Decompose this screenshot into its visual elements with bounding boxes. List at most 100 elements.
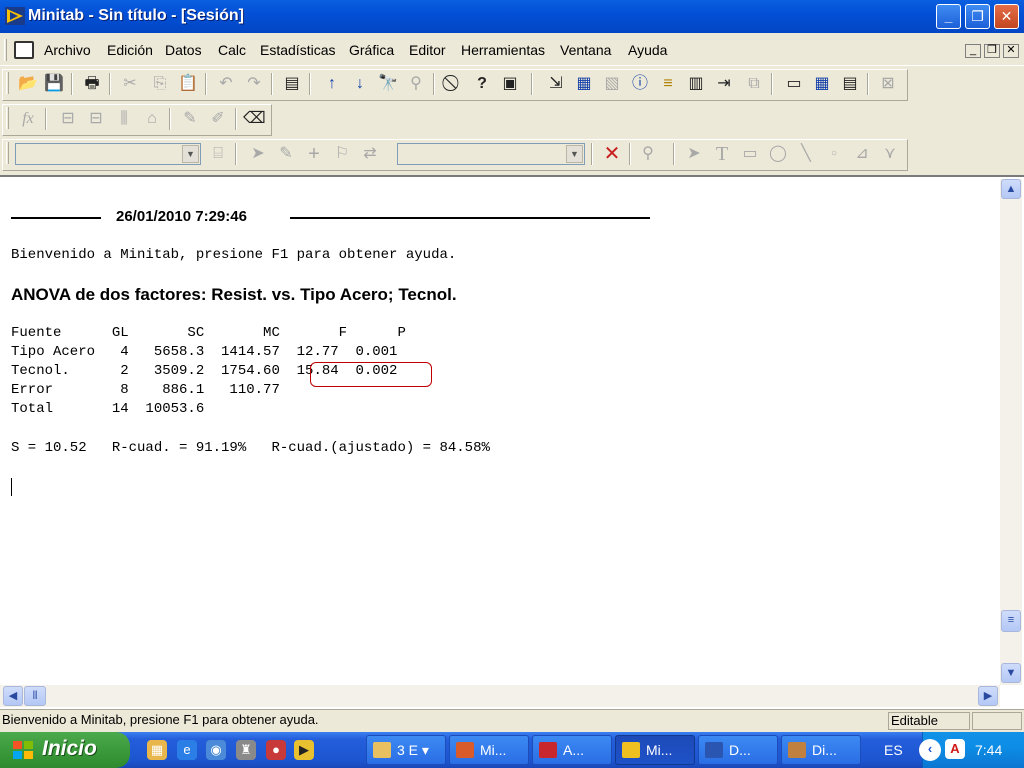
graphs-icon[interactable]: ▧ <box>601 73 623 95</box>
project-icon[interactable]: ⇲ <box>545 73 567 95</box>
antivirus-icon[interactable]: A <box>945 739 965 759</box>
brush-graph-icon[interactable]: ✎ <box>275 143 297 165</box>
layout-icon[interactable]: ⇥ <box>713 73 735 95</box>
undo-icon[interactable]: ↶ <box>215 73 237 95</box>
session-icon[interactable]: ▤ <box>281 73 303 95</box>
menu-estadisticas[interactable]: Estadísticas <box>260 42 335 58</box>
line-icon[interactable]: ╲ <box>795 143 817 165</box>
print-icon[interactable]: 🖶 <box>81 73 103 95</box>
menu-archivo[interactable]: Archivo <box>44 42 91 58</box>
zoom-icon[interactable]: ⚲ <box>637 143 659 165</box>
scroll-down-icon[interactable]: ▼ <box>1001 663 1021 683</box>
cancel-icon[interactable]: ⃠ <box>443 73 465 95</box>
maximize-button[interactable]: ❐ <box>965 4 990 29</box>
ellipse-icon[interactable]: ◯ <box>767 143 789 165</box>
insert-rows-icon[interactable]: ⊟ <box>85 108 107 130</box>
session-window[interactable]: 26/01/2010 7:29:46 Bienvenido a Minitab,… <box>0 175 1024 709</box>
help-icon[interactable]: ? <box>471 73 493 95</box>
text-icon[interactable]: T <box>711 143 733 165</box>
quick-launch-icon[interactable]: ◉ <box>206 740 226 760</box>
mdi-restore-button[interactable]: ❐ <box>984 44 1000 58</box>
paste-icon[interactable]: 📋 <box>177 73 199 95</box>
mdi-minimize-button[interactable]: _ <box>965 44 981 58</box>
session-layout-icon[interactable]: ▭ <box>783 73 805 95</box>
cut-icon[interactable]: ✂ <box>119 73 141 95</box>
up-arrow-icon[interactable]: ↑ <box>321 73 343 95</box>
mdi-close-button[interactable]: ✕ <box>1003 44 1019 58</box>
worksheet-combo[interactable]: ▼ <box>15 143 201 165</box>
related-icon[interactable]: ▥ <box>685 73 707 95</box>
fx-icon[interactable]: fx <box>17 108 39 130</box>
insert-cells-icon[interactable]: ⊟ <box>57 108 79 130</box>
internet-explorer-icon[interactable]: e <box>177 740 197 760</box>
info-icon[interactable]: ⓘ <box>629 73 651 95</box>
crosshair-icon[interactable]: + <box>303 143 325 165</box>
delete-icon[interactable]: ✕ <box>601 143 623 165</box>
graph-combo[interactable]: ▼ <box>397 143 585 165</box>
table-icon[interactable]: ▤ <box>839 73 861 95</box>
close-button[interactable]: ✕ <box>994 4 1019 29</box>
pointer-icon[interactable]: ➤ <box>683 143 705 165</box>
eraser-icon[interactable]: ⌫ <box>243 108 266 130</box>
session-window-icon[interactable] <box>14 41 34 59</box>
chevron-down-icon[interactable]: ▼ <box>182 145 199 163</box>
taskbar-item-word[interactable]: D... <box>698 735 778 765</box>
scroll-thumb[interactable]: ⦀ <box>24 686 46 706</box>
media-icon[interactable]: ● <box>266 740 286 760</box>
taskbar-item-minitab[interactable]: Mi... <box>615 735 695 765</box>
menu-datos[interactable]: Datos <box>165 42 202 58</box>
vertical-scrollbar[interactable]: ▲ ≡ ▼ <box>1000 179 1022 685</box>
scroll-right-icon[interactable]: ▶ <box>978 686 998 706</box>
taskbar-item-presentation[interactable]: Mi... <box>449 735 529 765</box>
horizontal-scrollbar[interactable]: ◀ ⦀ ▶ <box>0 685 1000 707</box>
open-icon[interactable]: 📂 <box>17 73 39 95</box>
taskbar-item-paint[interactable]: Di... <box>781 735 861 765</box>
flag-icon[interactable]: ⚐ <box>331 143 353 165</box>
down-arrow-icon[interactable]: ↓ <box>349 73 371 95</box>
swap-icon[interactable]: ⇄ <box>359 143 381 165</box>
player-icon[interactable]: ▶ <box>294 740 314 760</box>
history-icon[interactable]: ≡ <box>657 73 679 95</box>
polygon-icon[interactable]: ⊿ <box>851 143 873 165</box>
manage-icon[interactable]: ▣ <box>499 73 521 95</box>
chevron-down-icon[interactable]: ▼ <box>566 145 583 163</box>
polyline-icon[interactable]: ⋎ <box>879 143 901 165</box>
copy-icon[interactable]: ⎘ <box>149 73 171 95</box>
close-graphs-icon[interactable]: ⊠ <box>877 73 899 95</box>
taskbar-item-folder[interactable]: 3 E ▾ <box>366 735 446 765</box>
find-replace-icon[interactable]: ⚲ <box>405 73 427 95</box>
insert-columns-icon[interactable]: ⫼ <box>113 108 135 130</box>
menu-grafica[interactable]: Gráfica <box>349 42 394 58</box>
show-hidden-icons-icon[interactable]: ‹ <box>919 739 941 761</box>
worksheet-icon[interactable]: ▦ <box>573 73 595 95</box>
save-icon[interactable]: 💾 <box>43 73 65 95</box>
move-columns-icon[interactable]: ⌂ <box>141 108 163 130</box>
taskbar-item-pdf[interactable]: A... <box>532 735 612 765</box>
menu-ayuda[interactable]: Ayuda <box>628 42 667 58</box>
menu-grip[interactable] <box>4 39 7 61</box>
brush-icon[interactable]: ✎ <box>179 108 201 130</box>
minimize-button[interactable]: _ <box>936 4 961 29</box>
edit-attributes-icon[interactable]: ⌸ <box>207 143 229 165</box>
scroll-left-icon[interactable]: ◀ <box>3 686 23 706</box>
quick-launch-icon[interactable]: ♜ <box>236 740 256 760</box>
start-button[interactable]: Inicio <box>0 732 130 768</box>
data-grid-icon[interactable]: ▦ <box>811 73 833 95</box>
menu-edicion[interactable]: Edición <box>107 42 153 58</box>
rectangle-icon[interactable]: ▭ <box>739 143 761 165</box>
menu-editor[interactable]: Editor <box>409 42 446 58</box>
menu-calc[interactable]: Calc <box>218 42 246 58</box>
menu-ventana[interactable]: Ventana <box>560 42 611 58</box>
select-icon[interactable]: ➤ <box>247 143 269 165</box>
find-icon[interactable]: 🔭 <box>377 73 399 95</box>
menu-herramientas[interactable]: Herramientas <box>461 42 545 58</box>
scroll-thumb[interactable]: ≡ <box>1001 610 1021 632</box>
marker-icon[interactable]: ○ <box>823 143 845 165</box>
title-bar[interactable]: Minitab - Sin título - [Sesión] _ ❐ ✕ <box>0 0 1024 33</box>
language-indicator[interactable]: ES <box>884 742 903 758</box>
report-icon[interactable]: ⧉ <box>743 73 765 95</box>
edit-icon[interactable]: ✐ <box>207 108 229 130</box>
show-desktop-icon[interactable]: ▦ <box>147 740 167 760</box>
scroll-up-icon[interactable]: ▲ <box>1001 179 1021 199</box>
redo-icon[interactable]: ↷ <box>243 73 265 95</box>
